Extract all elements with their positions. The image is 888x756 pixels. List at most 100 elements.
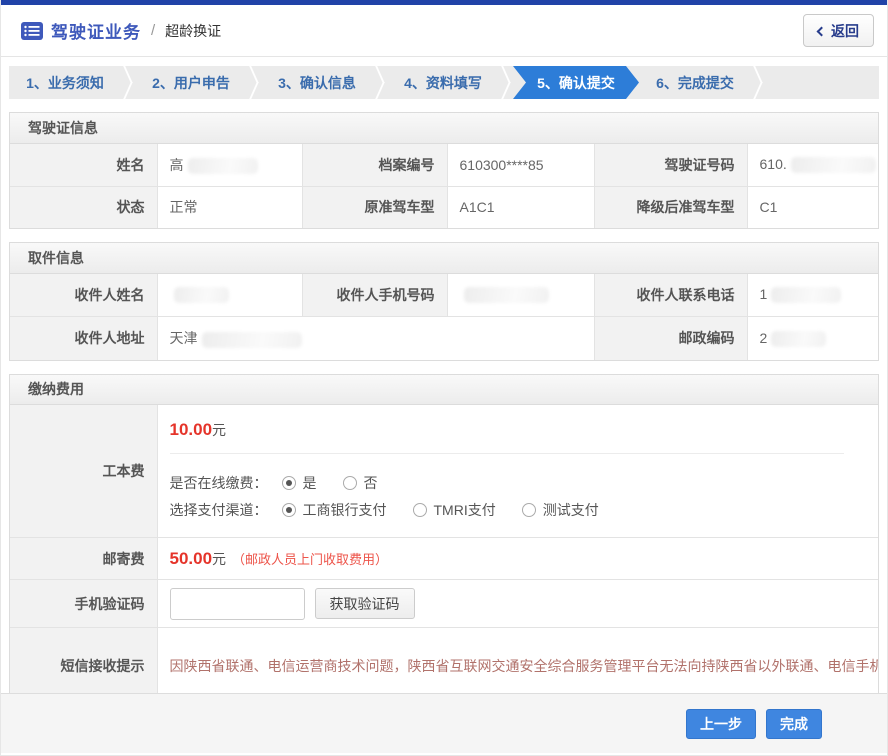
field-label: 收件人手机号码 [302,274,447,316]
step-4-fill-data[interactable]: 4、资料填写 [387,66,499,99]
fees-table: 工本费 10.00元 是否在线缴费： 是 [10,405,878,704]
radio-channel-tmri[interactable]: TMRI支付 [413,500,496,520]
payment-options: 是否在线缴费： 是 否 选择支付渠道： [170,454,867,537]
field-label: 姓名 [10,144,157,186]
redacted-blur [174,287,229,303]
list-icon [21,22,43,40]
field-label: 邮寄费 [10,538,157,580]
radio-icon [413,503,427,517]
fee-amount: 50.00 [170,549,213,568]
table-row: 邮寄费 50.00元 （邮政人员上门收取费用） [10,538,878,580]
breadcrumb-current: 超龄换证 [165,21,221,41]
radio-label: 工商银行支付 [303,500,387,520]
redacted-blur [202,332,302,348]
fee-unit: 元 [212,422,226,438]
fee-amount: 10.00 [170,420,213,439]
step-label: 6、完成提交 [656,73,734,93]
radio-online-no[interactable]: 否 [343,473,378,493]
section-title: 缴纳费用 [10,375,878,405]
production-fee-amount: 10.00元 [170,405,845,454]
fee-unit: 元 [212,551,226,567]
radio-label: 测试支付 [543,500,599,520]
field-label: 驾驶证号码 [594,144,747,186]
back-button[interactable]: 返回 [803,14,874,47]
payment-channel-question-row: 选择支付渠道： 工商银行支付 TMRI支付 测试支付 [170,500,867,520]
section-title: 取件信息 [10,243,878,274]
page: 驾驶证业务 / 超龄换证 返回 1、业务须知 2、用户申告 3、确认信息 4、资… [0,0,888,756]
back-label: 返回 [831,21,859,41]
step-label: 1、业务须知 [26,73,104,93]
step-separator [121,66,135,99]
breadcrumb-separator: / [151,22,155,39]
step-separator [247,66,261,99]
postage-fee-cell: 50.00元 （邮政人员上门收取费用） [157,538,878,580]
radio-icon [522,503,536,517]
section-fees: 缴纳费用 工本费 10.00元 是否在线缴费： 是 [9,374,879,705]
field-value-file-number: 610300****85 [447,144,594,186]
field-label: 收件人姓名 [10,274,157,316]
step-1-business-notice[interactable]: 1、业务须知 [9,66,121,99]
production-fee-cell: 10.00元 是否在线缴费： 是 否 [157,405,878,538]
table-row: 收件人姓名 收件人手机号码 收件人联系电话 1 [10,274,878,316]
step-3-confirm-info[interactable]: 3、确认信息 [261,66,373,99]
field-value-recipient-address: 天津 [157,316,594,360]
radio-icon [343,476,357,490]
radio-icon [282,503,296,517]
field-value-recipient-phone: 1 [747,274,878,316]
step-label: 5、确认提交 [537,73,615,93]
step-label: 4、资料填写 [404,73,482,93]
sms-warning-text: 因陕西省联通、电信运营商技术问题，陕西省互联网交通安全综合服务管理平台无法向持陕… [170,653,867,679]
license-info-table: 姓名 高 档案编号 610300****85 驾驶证号码 610. 状态 正常 … [10,144,878,228]
section-pickup-info: 取件信息 收件人姓名 收件人手机号码 收件人联系电话 1 收件人地址 天津 邮政… [9,242,879,361]
table-row: 状态 正常 原准驾车型 A1C1 降级后准驾车型 C1 [10,186,878,228]
redacted-blur [464,287,549,303]
field-label: 原准驾车型 [302,186,447,228]
radio-channel-test[interactable]: 测试支付 [522,500,599,520]
field-value-recipient-mobile [447,274,594,316]
header: 驾驶证业务 / 超龄换证 返回 [1,5,887,57]
field-label: 邮政编码 [594,316,747,360]
field-value-downgraded-class: C1 [747,186,878,228]
section-license-info: 驾驶证信息 姓名 高 档案编号 610300****85 驾驶证号码 610. … [9,112,879,229]
get-sms-code-button[interactable]: 获取验证码 [315,588,415,619]
field-value-recipient-name [157,274,302,316]
prev-step-button[interactable]: 上一步 [686,709,756,739]
redacted-blur [771,331,826,347]
steps-bar: 1、业务须知 2、用户申告 3、确认信息 4、资料填写 5、确认提交 6、完成提… [9,66,879,99]
page-title: 驾驶证业务 [51,18,141,43]
field-label: 状态 [10,186,157,228]
field-label: 手机验证码 [10,580,157,628]
field-value-original-class: A1C1 [447,186,594,228]
radio-online-yes[interactable]: 是 [282,473,317,493]
radio-label: 否 [364,473,378,493]
step-label: 3、确认信息 [278,73,356,93]
table-row: 收件人地址 天津 邮政编码 2 [10,316,878,360]
steps-bar-tail [765,66,879,99]
radio-channel-icbc[interactable]: 工商银行支付 [282,500,387,520]
field-value-license-number: 610. [747,144,878,186]
sms-code-cell: 获取验证码 [157,580,878,628]
field-label: 降级后准驾车型 [594,186,747,228]
postage-fee-note: （邮政人员上门收取费用） [232,552,388,567]
table-row: 工本费 10.00元 是否在线缴费： 是 [10,405,878,538]
redacted-blur [791,157,876,173]
pickup-info-table: 收件人姓名 收件人手机号码 收件人联系电话 1 收件人地址 天津 邮政编码 2 [10,274,878,360]
field-label: 收件人联系电话 [594,274,747,316]
radio-icon [282,476,296,490]
step-separator [373,66,387,99]
redacted-blur [771,287,841,303]
field-label: 档案编号 [302,144,447,186]
step-6-complete-submit[interactable]: 6、完成提交 [639,66,751,99]
finish-button[interactable]: 完成 [766,709,822,739]
step-2-user-declaration[interactable]: 2、用户申告 [135,66,247,99]
sms-code-input[interactable] [170,588,305,620]
step-label: 2、用户申告 [152,73,230,93]
radio-label: 是 [303,473,317,493]
step-separator [751,66,765,99]
field-value-status: 正常 [157,186,302,228]
radio-label: TMRI支付 [434,500,496,520]
field-value-postal-code: 2 [747,316,878,360]
section-title: 驾驶证信息 [10,113,878,144]
field-value-name: 高 [157,144,302,186]
step-5-confirm-submit[interactable]: 5、确认提交 [513,66,639,99]
